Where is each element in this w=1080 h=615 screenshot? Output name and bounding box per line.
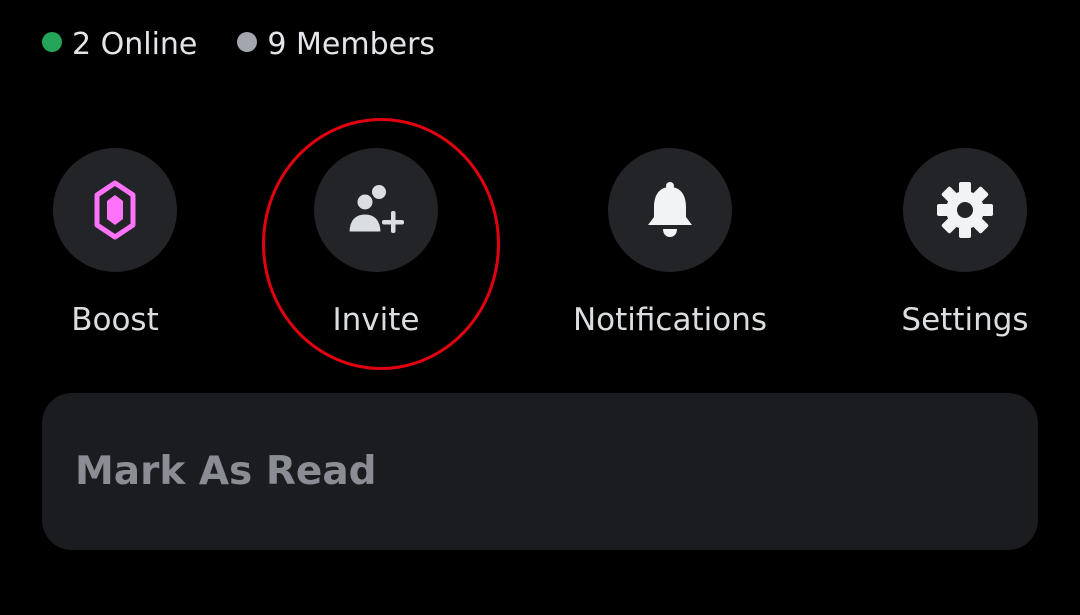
boost-button-circle[interactable] (53, 148, 177, 272)
online-status-dot (42, 32, 62, 52)
online-count-label: 2 Online (72, 26, 198, 62)
mark-as-read-button[interactable]: Mark As Read (42, 393, 1038, 550)
members-count-label: 9 Members (267, 26, 436, 62)
notifications-button-circle[interactable] (608, 148, 732, 272)
settings-button-circle[interactable] (903, 148, 1027, 272)
invite-button-circle[interactable] (314, 148, 438, 272)
gear-icon (937, 182, 993, 238)
invite-label: Invite (332, 302, 420, 338)
mark-as-read-label: Mark As Read (75, 449, 377, 494)
settings-button[interactable]: Settings (865, 148, 1065, 338)
settings-label: Settings (901, 302, 1029, 338)
add-member-icon (346, 185, 404, 235)
bell-icon (648, 182, 692, 237)
boost-label: Boost (71, 302, 159, 338)
boost-gem-icon (94, 180, 136, 240)
server-stats: 2 Online 9 Members (42, 20, 475, 68)
notifications-button[interactable]: Notifications (570, 148, 770, 338)
members-status-dot (237, 32, 258, 52)
boost-button[interactable]: Boost (15, 148, 215, 338)
invite-button[interactable]: Invite (276, 148, 476, 338)
online-count: 2 Online (42, 27, 197, 62)
notifications-label: Notifications (572, 302, 768, 338)
members-count: 9 Members (237, 27, 435, 62)
